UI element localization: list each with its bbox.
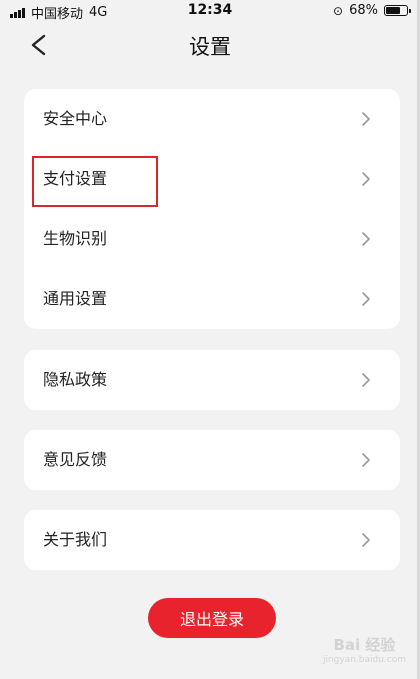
watermark-logo: Bai 经验: [333, 636, 396, 654]
page-title: 设置: [189, 35, 231, 59]
settings-item-privacy-policy[interactable]: 隐私政策: [24, 350, 400, 410]
chevron-right-icon: [358, 111, 374, 127]
chevron-right-icon: [358, 452, 374, 468]
settings-card-feedback: 意见反馈: [24, 430, 400, 490]
settings-item-label: 关于我们: [43, 530, 108, 549]
settings-item-feedback[interactable]: 意见反馈: [24, 430, 400, 490]
logout-button[interactable]: 退出登录: [148, 598, 276, 638]
watermark-url: jingyan.baidu.com: [322, 655, 406, 665]
chevron-right-icon: [358, 171, 374, 187]
settings-item-general[interactable]: 通用设置: [24, 269, 400, 329]
settings-item-security-center[interactable]: 安全中心: [24, 89, 400, 149]
status-right: ⊙ 68%: [333, 3, 411, 18]
orientation-lock-icon: ⊙: [333, 3, 344, 18]
status-bar: 中国移动 4G 12:34 ⊙ 68%: [0, 0, 420, 22]
highlight-annotation: [32, 156, 158, 207]
settings-item-label: 意见反馈: [43, 450, 108, 469]
nav-bar: 设置: [0, 22, 420, 68]
settings-item-biometrics[interactable]: 生物识别: [24, 209, 400, 269]
chevron-right-icon: [358, 532, 374, 548]
chevron-right-icon: [358, 372, 374, 388]
settings-item-label: 生物识别: [43, 229, 108, 248]
settings-item-label: 安全中心: [43, 109, 108, 128]
chevron-right-icon: [358, 231, 374, 247]
settings-card-main: 安全中心 支付设置 生物识别 通用设置: [24, 89, 400, 329]
settings-item-label: 通用设置: [43, 289, 108, 308]
settings-card-about: 关于我们: [24, 510, 400, 570]
settings-item-about-us[interactable]: 关于我们: [24, 510, 400, 570]
watermark: Bai 经验 jingyan.baidu.com: [323, 634, 406, 665]
battery-icon: [384, 5, 411, 16]
battery-label: 68%: [349, 3, 378, 18]
chevron-right-icon: [358, 291, 374, 307]
settings-item-label: 隐私政策: [43, 370, 108, 389]
settings-card-privacy: 隐私政策: [24, 350, 400, 410]
